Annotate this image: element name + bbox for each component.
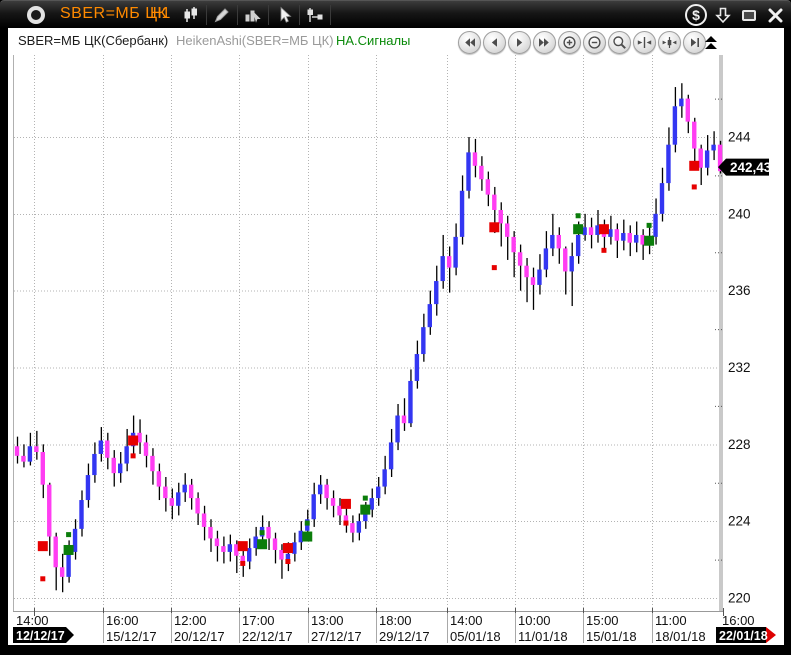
fit-bars-button[interactable] — [658, 31, 681, 54]
zoom-region-button[interactable] — [608, 31, 631, 54]
instrument-ring-icon — [27, 6, 45, 24]
scroll-fast-right-icon — [537, 35, 552, 50]
zoom-in-button[interactable] — [558, 31, 581, 54]
zoom-out-icon — [587, 35, 602, 50]
scroll-left-button[interactable] — [483, 31, 506, 54]
chart-nav-toolbar — [458, 31, 706, 54]
scroll-left-icon — [487, 35, 502, 50]
zoom-out-button[interactable] — [583, 31, 606, 54]
restore-window-button[interactable] — [739, 4, 759, 26]
chart-panel — [8, 28, 784, 645]
zoom-region-icon — [612, 35, 627, 50]
compress-horizontal-button[interactable] — [633, 31, 656, 54]
toolbar-separator — [299, 5, 300, 25]
toolbar-separator — [206, 5, 207, 25]
toolbar-separator — [268, 5, 269, 25]
scroll-right-button[interactable] — [508, 31, 531, 54]
cursor-tool-icon[interactable] — [271, 3, 297, 27]
toolbar-separator — [330, 5, 331, 25]
chart-window: SBER=МБ ЦК H1 $ SBER=МБ ЦК(Сбербанк) Hei… — [0, 0, 791, 655]
close-window-button[interactable] — [765, 4, 785, 26]
titlebar: SBER=МБ ЦК H1 $ — [0, 0, 791, 28]
draw-pencil-tool-icon[interactable] — [209, 3, 235, 27]
money-dollar-icon[interactable]: $ — [685, 4, 707, 26]
series-label-main: SBER=МБ ЦК(Сбербанк) — [18, 33, 168, 48]
series-label-indicator: HeikenAshi(SBER=МБ ЦК) — [176, 33, 334, 48]
download-arrow-icon[interactable] — [713, 4, 733, 26]
compress-horizontal-icon — [637, 35, 652, 50]
collapse-panel-button[interactable] — [703, 34, 719, 51]
scroll-fast-right-button[interactable] — [533, 31, 556, 54]
zoom-in-icon — [562, 35, 577, 50]
toolbar-separator — [237, 5, 238, 25]
series-label-signals: НА.Сигналы — [336, 33, 410, 48]
titlebar-toolbar — [178, 1, 333, 29]
chart-pointer-tool-icon[interactable] — [240, 3, 266, 27]
titlebar-controls: $ — [685, 1, 785, 29]
scroll-fast-left-button[interactable] — [458, 31, 481, 54]
levels-tool-icon[interactable] — [302, 3, 328, 27]
titlebar-timeframe[interactable]: H1 — [150, 5, 170, 23]
fit-bars-icon — [662, 35, 677, 50]
scroll-to-end-icon — [687, 35, 702, 50]
scroll-fast-left-icon — [462, 35, 477, 50]
scroll-right-icon — [512, 35, 527, 50]
candlestick-chart-tool-icon[interactable] — [178, 3, 204, 27]
